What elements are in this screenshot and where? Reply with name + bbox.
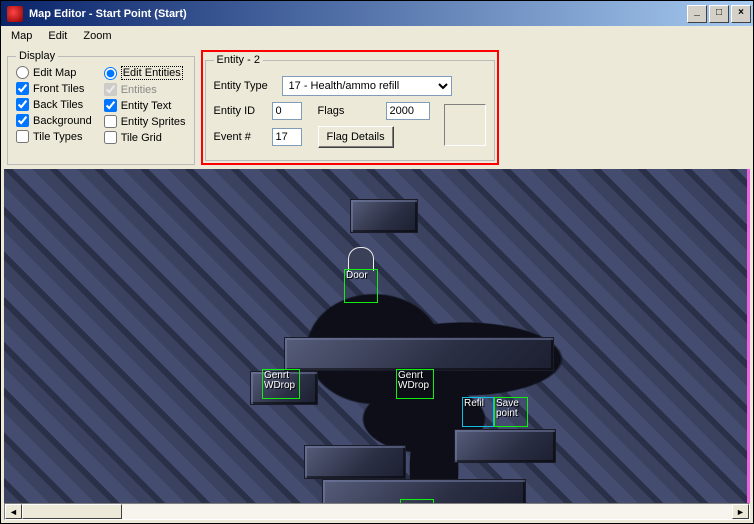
check-tile-types[interactable] [16, 130, 29, 143]
opt-back-tiles[interactable]: Back Tiles [16, 98, 92, 111]
entity-panel-highlight: Entity - 2 Entity Type 17 - Health/ammo … [201, 50, 499, 165]
entity-unnamed[interactable] [400, 499, 434, 503]
check-tile-grid[interactable] [104, 131, 117, 144]
door-icon [348, 247, 374, 271]
titlebar[interactable]: Map Editor - Start Point (Start) _ □ × [1, 1, 753, 26]
opt-tile-types[interactable]: Tile Types [16, 130, 92, 143]
entity-refill[interactable]: Refil [462, 397, 494, 427]
opt-entities[interactable]: Entities [104, 83, 186, 96]
entity-id-input[interactable] [272, 102, 302, 120]
check-entity-text[interactable] [104, 99, 117, 112]
opt-edit-entities[interactable]: Edit Entities [104, 66, 186, 80]
scroll-left-arrow[interactable]: ◄ [5, 504, 22, 519]
entity-preview-box [444, 104, 486, 146]
maximize-button[interactable]: □ [709, 5, 729, 23]
entity-door[interactable]: Door [344, 269, 378, 303]
scroll-right-arrow[interactable]: ► [732, 504, 749, 519]
check-entity-sprites[interactable] [104, 115, 117, 128]
entity-genrt-wdrop-1[interactable]: Genrt WDrop [262, 369, 300, 399]
close-button[interactable]: × [731, 5, 751, 23]
app-window: Map Editor - Start Point (Start) _ □ × M… [0, 0, 754, 524]
tile-block [284, 337, 554, 371]
map-canvas[interactable]: Door Genrt WDrop Genrt WDrop Refil Save … [4, 169, 750, 503]
check-back-tiles[interactable] [16, 98, 29, 111]
tool-pane: Display Edit Map Front Tiles Back Tiles [1, 46, 753, 169]
menubar: Map Edit Zoom [1, 26, 753, 46]
check-entities[interactable] [104, 83, 117, 96]
radio-edit-map[interactable] [16, 66, 29, 79]
scroll-thumb[interactable] [22, 504, 122, 519]
radio-edit-entities[interactable] [104, 67, 117, 80]
entity-group: Entity - 2 Entity Type 17 - Health/ammo … [205, 54, 495, 161]
entity-type-label: Entity Type [214, 80, 276, 92]
tile-block [304, 445, 406, 479]
tile-block [454, 429, 556, 463]
scroll-track[interactable] [22, 504, 732, 519]
flag-details-button[interactable]: Flag Details [318, 126, 394, 148]
opt-tile-grid[interactable]: Tile Grid [104, 131, 186, 144]
window-title: Map Editor - Start Point (Start) [27, 8, 687, 20]
opt-background[interactable]: Background [16, 114, 92, 127]
event-label: Event # [214, 131, 266, 143]
opt-front-tiles[interactable]: Front Tiles [16, 82, 92, 95]
flags-input[interactable] [386, 102, 430, 120]
menu-zoom[interactable]: Zoom [75, 28, 119, 44]
check-background[interactable] [16, 114, 29, 127]
display-legend: Display [16, 50, 58, 62]
entity-type-select[interactable]: 17 - Health/ammo refill [282, 76, 452, 96]
opt-entity-text[interactable]: Entity Text [104, 99, 186, 112]
check-front-tiles[interactable] [16, 82, 29, 95]
horizontal-scrollbar[interactable]: ◄ ► [4, 503, 750, 520]
opt-edit-map[interactable]: Edit Map [16, 66, 92, 79]
menu-edit[interactable]: Edit [40, 28, 75, 44]
app-icon [7, 6, 23, 22]
flags-label: Flags [318, 105, 380, 117]
entity-legend: Entity - 2 [214, 54, 263, 66]
entity-genrt-wdrop-2[interactable]: Genrt WDrop [396, 369, 434, 399]
map-viewport[interactable]: Door Genrt WDrop Genrt WDrop Refil Save … [4, 169, 750, 503]
minimize-button[interactable]: _ [687, 5, 707, 23]
map-boundary-strip [747, 169, 750, 503]
opt-entity-sprites[interactable]: Entity Sprites [104, 115, 186, 128]
display-group: Display Edit Map Front Tiles Back Tiles [7, 50, 195, 165]
event-input[interactable] [272, 128, 302, 146]
entity-id-label: Entity ID [214, 105, 266, 117]
menu-map[interactable]: Map [3, 28, 40, 44]
tile-block [350, 199, 418, 233]
entity-save-point[interactable]: Save point [494, 397, 528, 427]
